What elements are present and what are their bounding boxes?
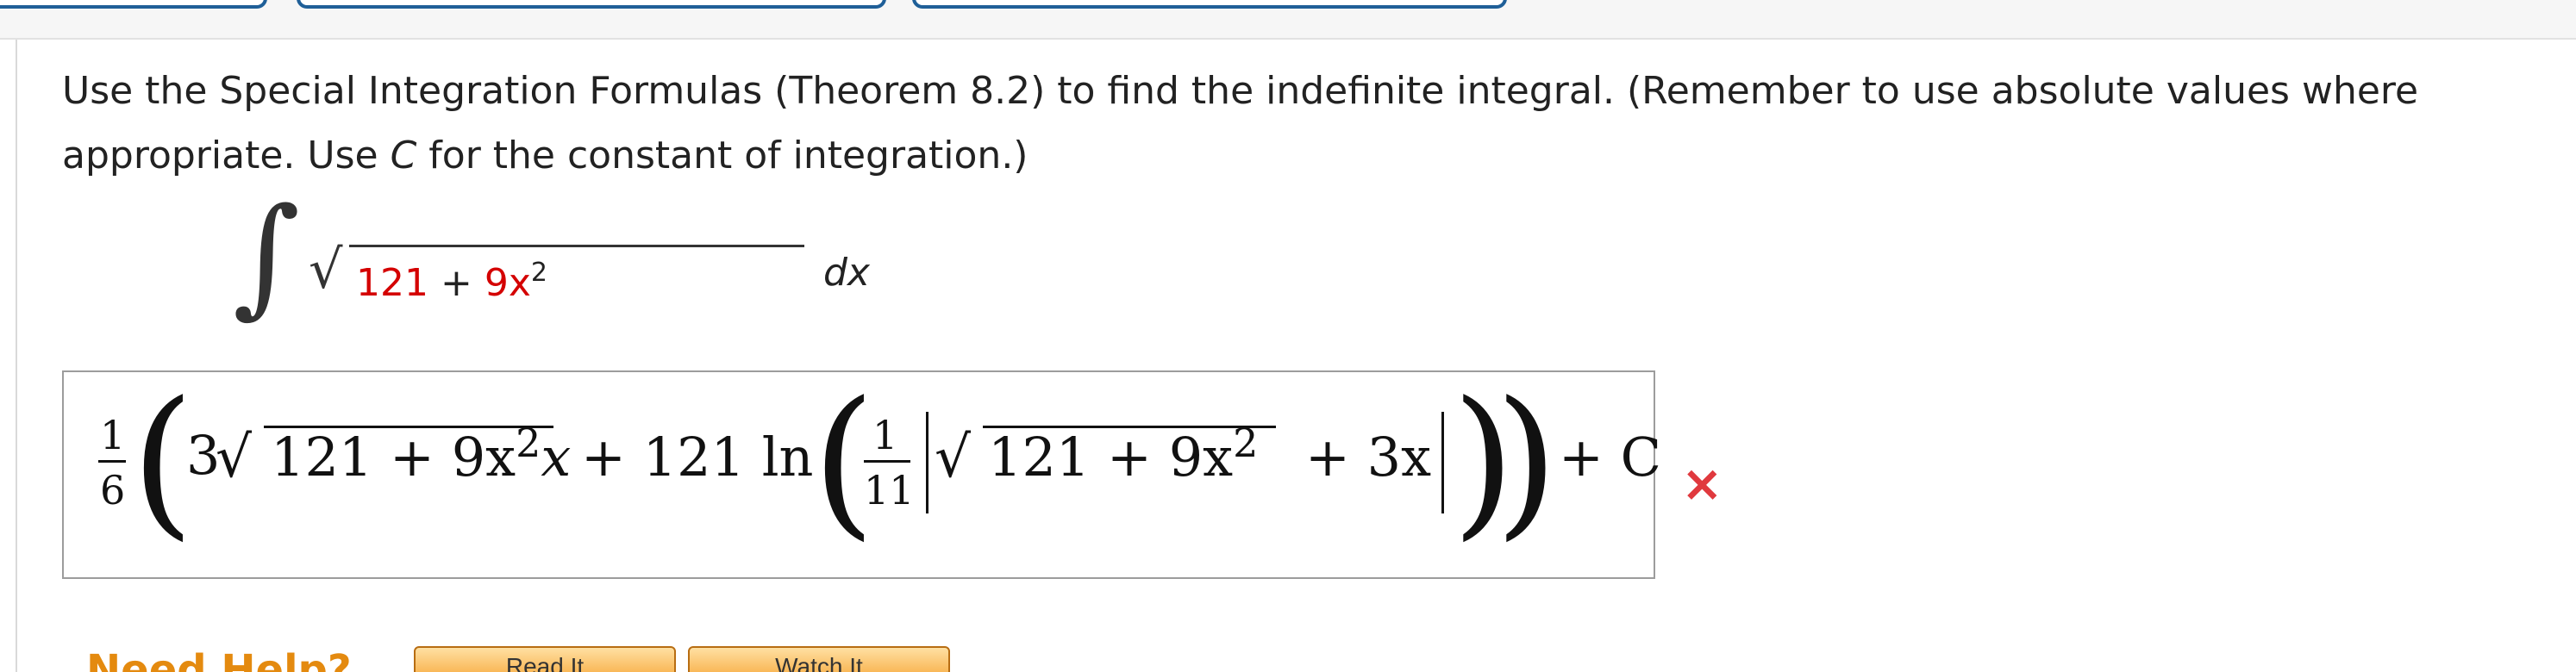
prompt-text-2: for the constant of integration.) (416, 134, 1029, 177)
integral-radicand: 121 + 9x2 (356, 250, 547, 307)
answer-root-sign-2: √ (935, 424, 972, 490)
left-divider (16, 40, 17, 672)
answer-root-sign-1: √ (216, 424, 253, 490)
answer-radicand-1-exponent: 2 (516, 420, 541, 466)
top-tab-1[interactable] (0, 0, 267, 9)
absolute-value-right-bar (1441, 412, 1444, 513)
right-parenthesis: ) (1495, 367, 1559, 556)
answer-radicand-1-text: 121 + 9x (271, 426, 516, 488)
plus-121-ln: + 121 ln (581, 426, 814, 488)
answer-input[interactable]: 1 6 ( 3 √ 121 + 9x2x + 121 ln ( 1 11 √ 1… (62, 367, 1661, 579)
read-it-button[interactable]: Read It (414, 646, 676, 672)
square-root-bar (349, 245, 804, 247)
incorrect-icon: × (1681, 454, 1723, 513)
answer-radicand-2-text: 121 + 9x (988, 426, 1234, 488)
top-tab-strip (0, 0, 2576, 40)
watch-it-button[interactable]: Watch It (688, 646, 950, 672)
prompt-constant-variable: C (390, 134, 417, 177)
radicand-plus: + (428, 261, 485, 305)
radicand-exponent: 2 (530, 258, 547, 288)
left-parenthesis: ( (131, 367, 195, 556)
outer-fraction-denominator: 6 (100, 467, 126, 513)
top-tab-3[interactable] (912, 0, 1507, 9)
radicand-variable-term: 9x (484, 261, 531, 305)
outer-fraction-numerator: 1 (100, 412, 126, 458)
answer-radicand-1: 121 + 9x2x (271, 420, 572, 492)
answer-variable-x: x (541, 426, 572, 488)
outer-fraction-bar (98, 460, 126, 463)
inner-fraction-denominator: 11 (864, 467, 915, 513)
need-help-label: Need Help? (86, 646, 352, 672)
absolute-value-left-bar (926, 412, 928, 513)
plus-constant-c: + C (1559, 426, 1662, 488)
integral-differential: dx (823, 251, 870, 295)
radicand-constant: 121 (356, 261, 428, 305)
answer-radicand-2-exponent: 2 (1233, 420, 1259, 466)
integral-sign: ∫ (233, 181, 301, 331)
question-prompt: Use the Special Integration Formulas (Th… (62, 59, 2528, 188)
plus-3x-term: + 3x (1305, 426, 1432, 488)
inner-fraction-numerator: 1 (872, 412, 898, 458)
inner-fraction-bar (864, 460, 910, 463)
question-page: Use the Special Integration Formulas (Th… (0, 0, 2576, 672)
answer-radicand-2: 121 + 9x2 (988, 420, 1258, 492)
square-root-sign: √ (309, 238, 343, 301)
top-tab-2[interactable] (297, 0, 886, 9)
